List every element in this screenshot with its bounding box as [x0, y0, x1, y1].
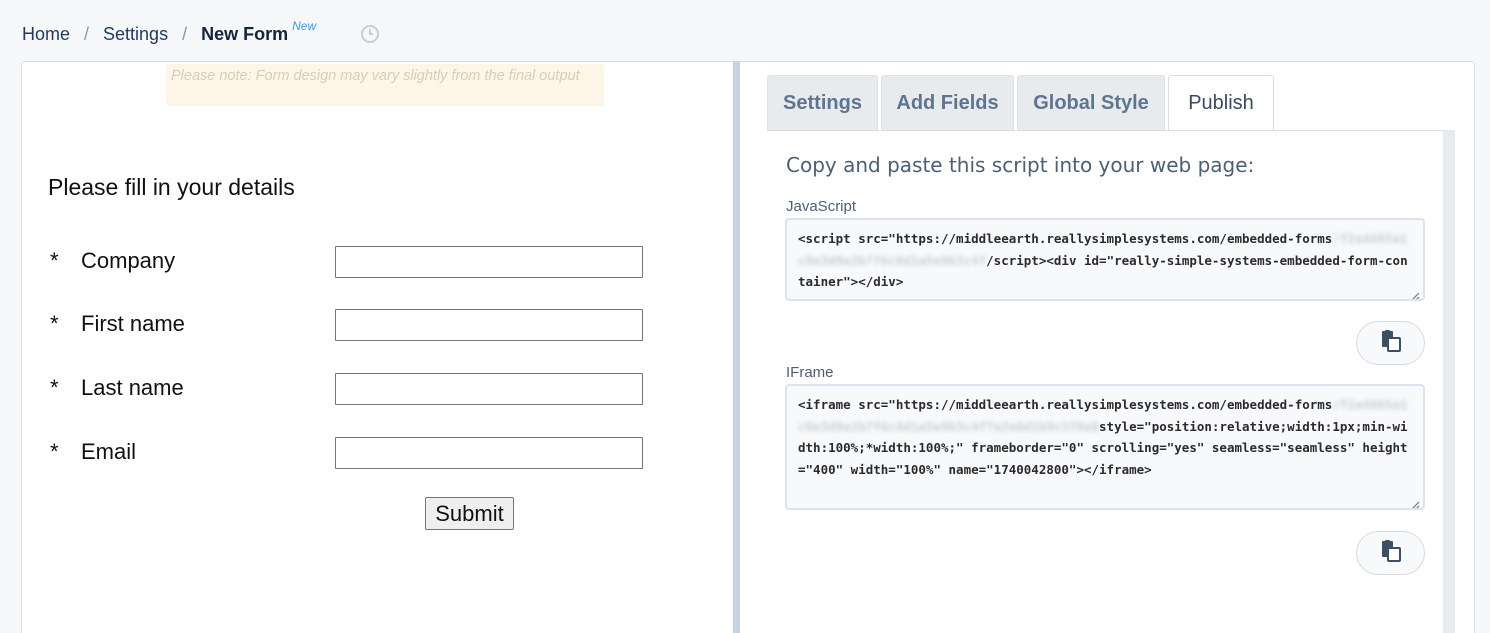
- pane-divider[interactable]: [733, 61, 740, 633]
- form-field-email: * Email: [50, 437, 650, 471]
- iframe-code-textarea[interactable]: <iframe src="https://middleearth.reallys…: [785, 384, 1425, 510]
- copy-javascript-button[interactable]: [1356, 321, 1425, 365]
- breadcrumb-separator: /: [84, 23, 90, 44]
- breadcrumb-separator: /: [182, 23, 188, 44]
- resize-grip-icon[interactable]: [1410, 495, 1420, 508]
- breadcrumb-home[interactable]: Home: [22, 24, 70, 45]
- required-marker: *: [50, 375, 59, 400]
- history-icon[interactable]: [360, 24, 380, 44]
- form-title: Please fill in your details: [48, 174, 295, 200]
- resize-grip-icon[interactable]: [1410, 286, 1420, 299]
- breadcrumb-current: New Form: [201, 23, 289, 44]
- form-field-first-name: * First name: [50, 309, 650, 343]
- tab-global-style[interactable]: Global Style: [1017, 75, 1165, 130]
- email-input[interactable]: [335, 437, 643, 469]
- field-label-email: Email: [81, 439, 137, 464]
- publish-instruction: Copy and paste this script into your web…: [786, 153, 1255, 177]
- field-label-company: Company: [81, 248, 176, 273]
- javascript-code-start: <script src="https://middleearth.reallys…: [798, 231, 1333, 246]
- required-marker: *: [50, 248, 59, 273]
- required-marker: *: [50, 439, 59, 464]
- javascript-code-textarea[interactable]: <script src="https://middleearth.reallys…: [785, 218, 1425, 301]
- first-name-input[interactable]: [335, 309, 643, 341]
- copy-iframe-button[interactable]: [1356, 531, 1425, 575]
- breadcrumb-settings[interactable]: Settings: [103, 24, 168, 45]
- field-label-first-name: First name: [81, 311, 185, 336]
- breadcrumb: Home / Settings / New Form New: [22, 19, 317, 48]
- submit-button[interactable]: Submit: [425, 497, 514, 530]
- publish-panel: [767, 130, 1455, 633]
- form-field-last-name: * Last name: [50, 373, 650, 407]
- iframe-code-start: <iframe src="https://middleearth.reallys…: [798, 397, 1333, 412]
- last-name-input[interactable]: [335, 373, 643, 405]
- form-field-company: * Company: [50, 246, 650, 280]
- clipboard-icon: [1379, 539, 1403, 568]
- builder-tabs: Settings Add Fields Global Style Publish: [767, 75, 1277, 130]
- company-input[interactable]: [335, 246, 643, 278]
- preview-note: Please note: Form design may vary slight…: [166, 64, 604, 106]
- field-label-last-name: Last name: [81, 375, 184, 400]
- required-marker: *: [50, 311, 59, 336]
- panel-scrollbar[interactable]: [1443, 130, 1455, 633]
- new-badge: New: [292, 19, 317, 33]
- clipboard-icon: [1379, 329, 1403, 358]
- javascript-label: JavaScript: [786, 198, 857, 215]
- tab-publish[interactable]: Publish: [1168, 75, 1274, 130]
- tab-add-fields[interactable]: Add Fields: [881, 75, 1014, 130]
- iframe-label: IFrame: [786, 364, 834, 381]
- tab-settings[interactable]: Settings: [767, 75, 878, 130]
